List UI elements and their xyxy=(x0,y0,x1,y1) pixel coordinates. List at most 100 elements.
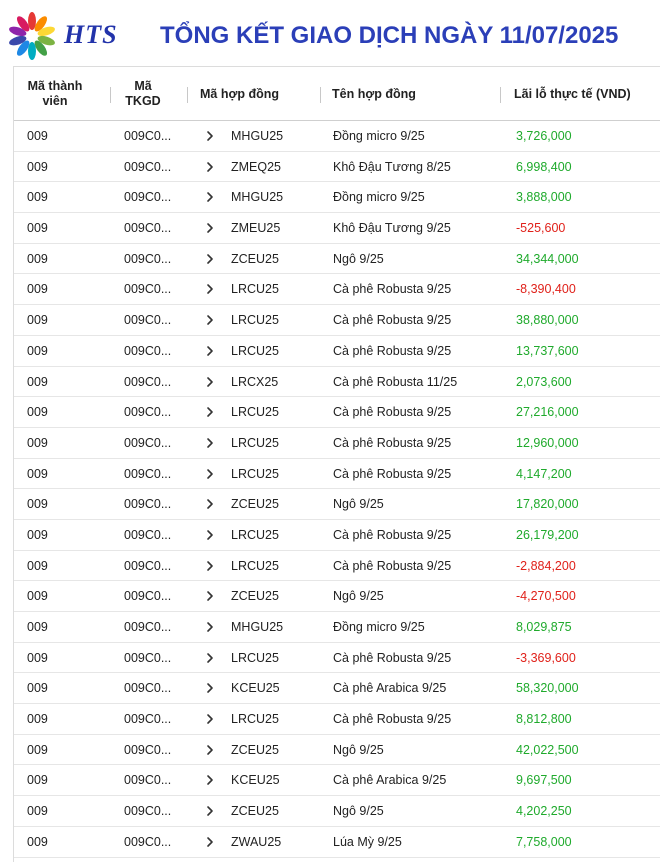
chevron-right-icon[interactable] xyxy=(204,161,216,173)
member-code-cell: 009 xyxy=(27,620,48,634)
pnl-cell: 17,820,000 xyxy=(516,497,579,512)
table-row[interactable]: 009 009C0... ZMEQ25 Khô Đậu Tương 8/25 6,998… xyxy=(14,152,660,183)
table-row[interactable]: 009 009C0... LRCU25 Cà phê Robusta 9/25 12,9… xyxy=(14,428,660,459)
column-header-pnl[interactable]: Lãi lỗ thực tế (VND) xyxy=(514,67,659,121)
member-code-cell: 009 xyxy=(27,466,48,481)
chevron-right-icon[interactable] xyxy=(204,406,216,418)
chevron-right-icon[interactable] xyxy=(204,130,216,142)
table-row[interactable]: 009 009C0... LRCU25 Cà phê Robusta 9/25 -2,8… xyxy=(14,551,660,582)
contract-name-cell: Cà phê Robusta 9/25 xyxy=(333,466,452,481)
table-row[interactable]: 009 009C0... LRCU25 Cà phê Robusta 9/25 26,1… xyxy=(14,520,660,551)
pnl-cell: 7,758,000 xyxy=(516,834,572,849)
contract-code-cell: KCEU25 xyxy=(231,681,280,696)
table-row[interactable]: 009 009C0... KCEU25 Cà phê Arabica 9/25 58,3… xyxy=(14,673,660,705)
account-code-cell: 009C0... xyxy=(124,712,172,727)
contract-name-cell: Đồng micro 9/25 xyxy=(333,129,425,143)
hts-logo-icon xyxy=(9,12,55,60)
chevron-right-icon[interactable] xyxy=(204,529,216,541)
chevron-right-icon[interactable] xyxy=(204,774,216,786)
account-code-cell: 009C0... xyxy=(124,282,172,297)
table-row[interactable]: 009 009C0... ZCEU25 Ngô 9/25 34,344,000 xyxy=(14,244,660,275)
chevron-right-icon[interactable] xyxy=(204,376,216,388)
column-header-contract-code[interactable]: Mã hợp đồng xyxy=(200,67,310,121)
chevron-right-icon[interactable] xyxy=(204,283,216,295)
table-row[interactable]: 009 009C0... LRCU25 Cà phê Robusta 9/25 27,2… xyxy=(14,397,660,428)
column-header-contract-name[interactable]: Tên hợp đồng xyxy=(332,67,492,121)
chevron-right-icon[interactable] xyxy=(204,560,216,572)
chevron-right-icon[interactable] xyxy=(204,468,216,480)
chevron-right-icon[interactable] xyxy=(204,437,216,449)
pnl-cell: 8,029,875 xyxy=(516,620,572,634)
contract-name-cell: Ngô 9/25 xyxy=(333,497,384,512)
member-code-cell: 009 xyxy=(27,129,48,143)
column-divider[interactable] xyxy=(500,87,501,103)
table-row[interactable]: 009 009C0... ZCEU25 Ngô 9/25 17,820,000 xyxy=(14,489,660,520)
contract-name-cell: Cà phê Robusta 9/25 xyxy=(333,343,452,358)
column-divider[interactable] xyxy=(320,87,321,103)
chevron-right-icon[interactable] xyxy=(204,345,216,357)
account-code-cell: 009C0... xyxy=(124,374,172,389)
member-code-cell: 009 xyxy=(27,374,48,389)
pnl-cell: 3,726,000 xyxy=(516,129,572,143)
contract-name-cell: Cà phê Robusta 9/25 xyxy=(333,650,452,665)
column-divider[interactable] xyxy=(110,87,111,103)
account-code-cell: 009C0... xyxy=(124,497,172,512)
column-header-member[interactable]: Mã thành viên xyxy=(14,67,96,121)
table-row[interactable]: 009 009C0... ZMEU25 Khô Đậu Tương 9/25 -525,… xyxy=(14,213,660,244)
table-row[interactable]: 009 009C0... LRCU25 Cà phê Robusta 9/25 8,81… xyxy=(14,704,660,735)
table-row[interactable]: 009 009C0... LRCU25 Cà phê Robusta 9/25 -8,3… xyxy=(14,274,660,306)
chevron-right-icon[interactable] xyxy=(204,713,216,725)
table-row[interactable]: 009 009C0... ZCEU25 Ngô 9/25 -4,270,500 xyxy=(14,581,660,612)
table-row[interactable]: 009 009C0... LRCU25 Cà phê Robusta 9/25 -3,3… xyxy=(14,643,660,674)
contract-name-cell: Cà phê Arabica 9/25 xyxy=(333,773,447,788)
contract-code-cell: ZMEQ25 xyxy=(231,159,282,174)
member-code-cell: 009 xyxy=(27,282,48,297)
table-body: 009 009C0... MHGU25 Đồng micro 9/25 3,726,00… xyxy=(14,121,660,858)
pnl-cell: 34,344,000 xyxy=(516,251,579,266)
chevron-right-icon[interactable] xyxy=(204,222,216,234)
contract-code-cell: LRCU25 xyxy=(231,343,279,358)
chevron-right-icon[interactable] xyxy=(204,191,216,203)
table-row[interactable]: 009 009C0... KCEU25 Cà phê Arabica 9/25 9,69… xyxy=(14,765,660,797)
chevron-right-icon[interactable] xyxy=(204,590,216,602)
contract-code-cell: LRCU25 xyxy=(231,527,279,542)
account-code-cell: 009C0... xyxy=(124,742,172,757)
chevron-right-icon[interactable] xyxy=(204,682,216,694)
pnl-cell: 6,998,400 xyxy=(516,159,572,174)
contract-code-cell: ZCEU25 xyxy=(231,804,279,819)
column-divider[interactable] xyxy=(187,87,188,103)
chevron-right-icon[interactable] xyxy=(204,498,216,510)
member-code-cell: 009 xyxy=(27,589,48,604)
table-row[interactable]: 009 009C0... ZCEU25 Ngô 9/25 42,022,500 xyxy=(14,735,660,766)
table-row[interactable]: 009 009C0... MHGU25 Đồng micro 9/25 8,029,87… xyxy=(14,612,660,643)
chevron-right-icon[interactable] xyxy=(204,314,216,326)
contract-name-cell: Ngô 9/25 xyxy=(333,804,384,819)
contract-name-cell: Cà phê Robusta 9/25 xyxy=(333,313,452,328)
contract-code-cell: ZCEU25 xyxy=(231,251,279,266)
pnl-cell: 26,179,200 xyxy=(516,527,579,542)
table-row[interactable]: 009 009C0... ZCEU25 Ngô 9/25 4,202,250 xyxy=(14,796,660,827)
chevron-right-icon[interactable] xyxy=(204,253,216,265)
account-code-cell: 009C0... xyxy=(124,435,172,450)
table-row[interactable]: 009 009C0... MHGU25 Đồng micro 9/25 3,888,00… xyxy=(14,182,660,214)
table-row[interactable]: 009 009C0... LRCX25 Cà phê Robusta 11/25 2,0… xyxy=(14,367,660,398)
pnl-cell: -3,369,600 xyxy=(516,650,576,665)
member-code-cell: 009 xyxy=(27,435,48,450)
column-header-account[interactable]: Mã TKGD xyxy=(120,67,166,121)
table-row[interactable]: 009 009C0... ZWAU25 Lúa Mỳ 9/25 7,758,000 xyxy=(14,827,660,858)
chevron-right-icon[interactable] xyxy=(204,621,216,633)
chevron-right-icon[interactable] xyxy=(204,836,216,848)
table-row[interactable]: 009 009C0... LRCU25 Cà phê Robusta 9/25 13,7… xyxy=(14,336,660,367)
chevron-right-icon[interactable] xyxy=(204,744,216,756)
contract-name-cell: Cà phê Robusta 11/25 xyxy=(333,374,458,389)
chevron-right-icon[interactable] xyxy=(204,805,216,817)
contract-name-cell: Cà phê Robusta 9/25 xyxy=(333,527,452,542)
table-row[interactable]: 009 009C0... LRCU25 Cà phê Robusta 9/25 38,8… xyxy=(14,305,660,336)
contract-code-cell: MHGU25 xyxy=(231,190,284,205)
contract-code-cell: LRCU25 xyxy=(231,712,279,727)
table-row[interactable]: 009 009C0... LRCU25 Cà phê Robusta 9/25 4,14… xyxy=(14,459,660,490)
account-code-cell: 009C0... xyxy=(124,681,172,696)
chevron-right-icon[interactable] xyxy=(204,652,216,664)
account-code-cell: 009C0... xyxy=(124,620,172,634)
table-row[interactable]: 009 009C0... MHGU25 Đồng micro 9/25 3,726,00… xyxy=(14,121,660,152)
